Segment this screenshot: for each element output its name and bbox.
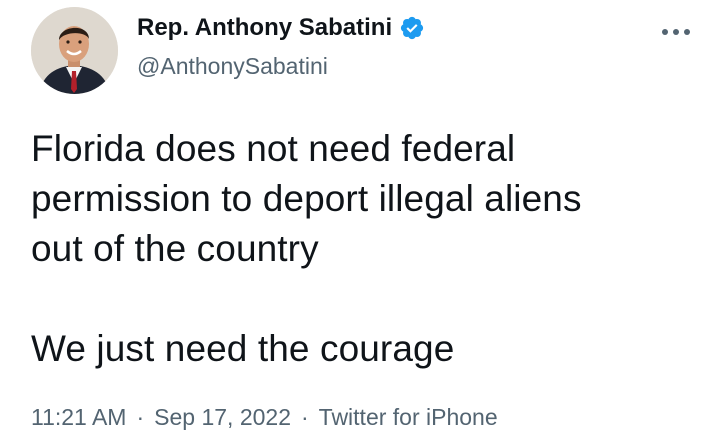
tweet-card: Rep. Anthony Sabatini @AnthonySabatini F… <box>0 0 719 447</box>
more-options-icon[interactable] <box>660 20 692 44</box>
tweet-date[interactable]: Sep 17, 2022 <box>154 402 291 432</box>
author-name-row[interactable]: Rep. Anthony Sabatini <box>137 13 425 43</box>
separator-dot: · <box>136 404 145 430</box>
display-name[interactable]: Rep. Anthony Sabatini <box>137 13 392 43</box>
avatar[interactable] <box>31 7 118 94</box>
tweet-text: Florida does not need federal permission… <box>31 124 701 374</box>
tweet-line: out of the country <box>31 228 319 269</box>
tweet-line: Florida does not need federal <box>31 128 516 169</box>
tweet-time[interactable]: 11:21 AM <box>31 402 126 432</box>
verified-badge-icon <box>399 15 425 41</box>
tweet-line: permission to deport illegal aliens <box>31 178 582 219</box>
separator-dot: · <box>301 404 309 430</box>
tweet-paragraph-1: Florida does not need federal permission… <box>31 124 701 274</box>
tweet-meta: 11:21 AM · Sep 17, 2022 · Twitter for iP… <box>31 402 498 432</box>
author-handle[interactable]: @AnthonySabatini <box>137 52 328 80</box>
tweet-source[interactable]: Twitter for iPhone <box>319 402 498 432</box>
tweet-paragraph-2: We just need the courage <box>31 328 455 369</box>
avatar-image <box>31 7 118 94</box>
